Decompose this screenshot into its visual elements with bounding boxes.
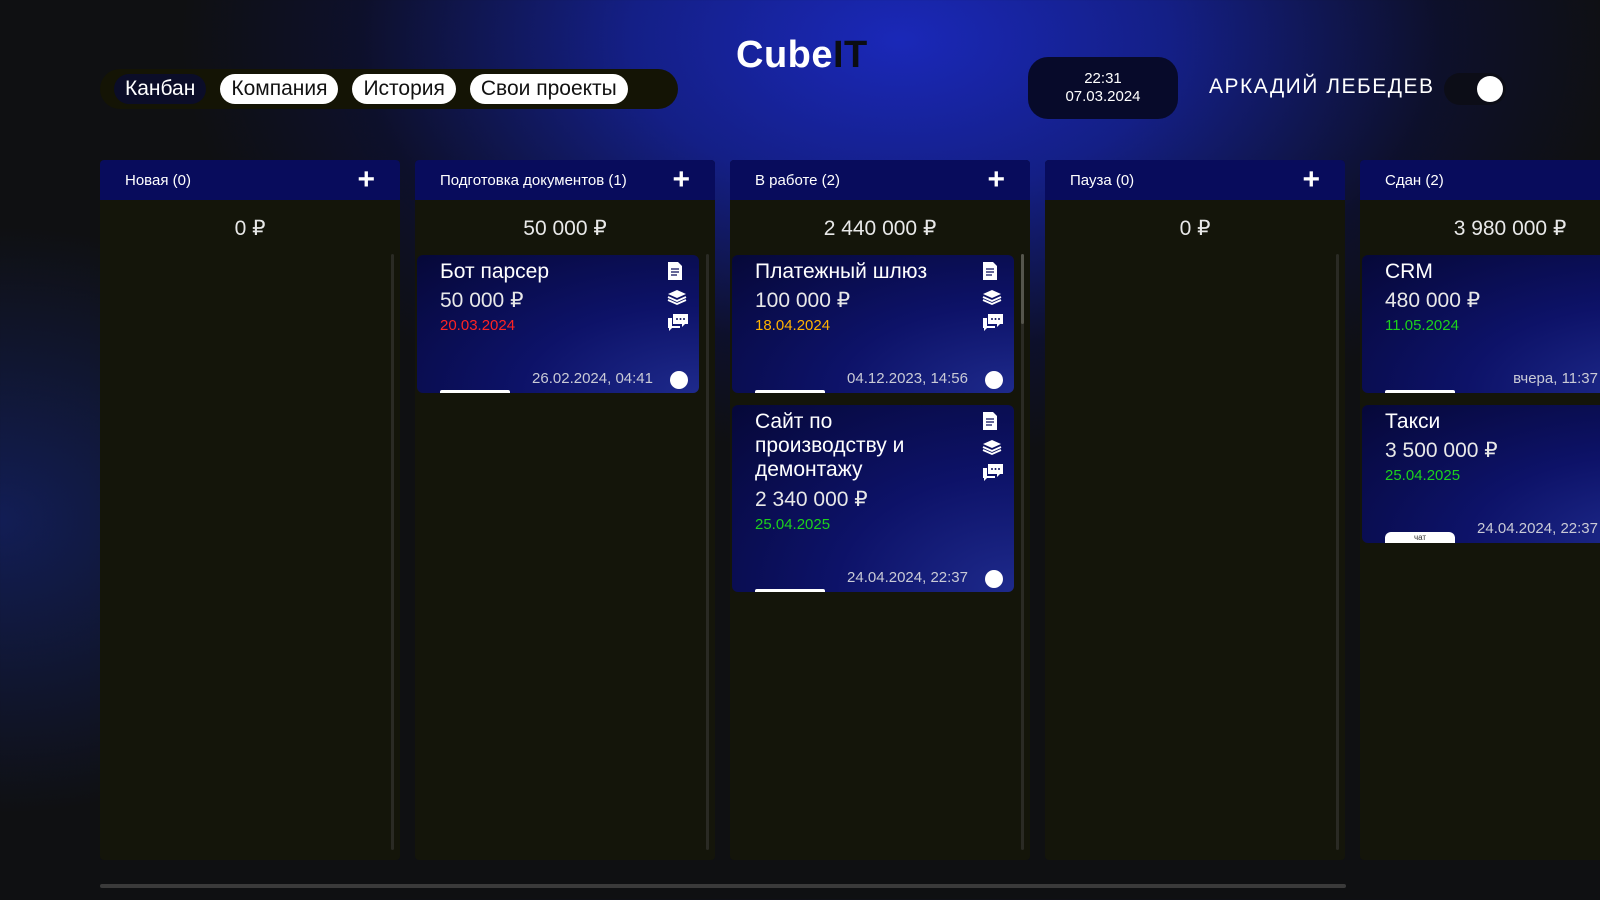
card-price: 100 000 ₽	[755, 289, 851, 312]
card-deadline: 11.05.2024	[1385, 317, 1459, 334]
column-sum: 2 440 000 ₽	[823, 217, 937, 240]
toggle-knob	[1477, 76, 1503, 102]
card-name: Бот парсер	[440, 260, 550, 283]
board-horizontal-scrollbar[interactable]	[100, 884, 1346, 888]
column-pause: Пауза (0) + 0 ₽	[1045, 160, 1345, 860]
main-nav: Канбан Компания История Свои проекты	[100, 69, 678, 109]
card-icons	[982, 411, 1004, 489]
chat-tab[interactable]: чат	[1385, 532, 1455, 543]
card-name: Такси	[1385, 410, 1441, 433]
card-timestamp: 26.02.2024, 04:41	[532, 370, 653, 387]
document-icon[interactable]	[667, 261, 683, 281]
card-timestamp: 24.04.2024, 22:37	[1477, 520, 1598, 537]
project-card[interactable]: CRM 480 000 ₽ 11.05.2024 вчера, 11:37	[1362, 255, 1600, 393]
logo-cube: Cube	[736, 34, 833, 76]
card-price: 480 000 ₽	[1385, 289, 1481, 312]
column-sum: 0 ₽	[234, 217, 266, 240]
nav-history[interactable]: История	[352, 74, 456, 104]
card-name: Сайт по производству и демонтажу	[755, 410, 905, 481]
document-icon[interactable]	[982, 261, 998, 281]
column-title: Сдан (2)	[1385, 171, 1444, 189]
status-dot[interactable]	[985, 371, 1003, 389]
card-tab[interactable]	[755, 390, 825, 393]
card-price: 50 000 ₽	[440, 289, 524, 312]
status-dot[interactable]	[985, 570, 1003, 588]
column-title: Пауза (0)	[1070, 171, 1135, 189]
column-in-progress: В работе (2) + 2 440 000 ₽ Платежный шлю…	[730, 160, 1030, 860]
card-price: 2 340 000 ₽	[755, 488, 868, 511]
column-header: Сдан (2)	[1360, 160, 1600, 200]
document-icon[interactable]	[982, 411, 998, 431]
logo: CubeIT	[736, 34, 868, 77]
column-header: Пауза (0) +	[1045, 160, 1345, 200]
layers-icon[interactable]	[982, 439, 1002, 455]
card-timestamp: 24.04.2024, 22:37	[847, 569, 968, 586]
column-sum: 3 980 000 ₽	[1453, 217, 1567, 240]
add-card-button[interactable]: +	[672, 165, 690, 195]
card-timestamp: вчера, 11:37	[1513, 370, 1598, 387]
column-scrollbar[interactable]	[1336, 254, 1339, 850]
card-timestamp: 04.12.2023, 14:56	[847, 370, 968, 387]
card-icons	[982, 261, 1004, 339]
scrollbar-thumb[interactable]	[1021, 254, 1024, 324]
column-header: Новая (0) +	[100, 160, 400, 200]
column-scrollbar[interactable]	[706, 254, 709, 850]
column-sum: 0 ₽	[1179, 217, 1211, 240]
card-name: CRM	[1385, 260, 1433, 283]
project-card[interactable]: Бот парсер 50 000 ₽ 20.03.2024 26.02.202…	[417, 255, 699, 393]
column-scrollbar[interactable]	[1021, 254, 1024, 850]
card-tab[interactable]	[755, 589, 825, 592]
add-card-button[interactable]: +	[357, 165, 375, 195]
clock-date: 07.03.2024	[1065, 88, 1141, 105]
chat-icon[interactable]	[982, 463, 1004, 481]
status-dot[interactable]	[670, 371, 688, 389]
clock-time: 22:31	[1084, 70, 1122, 87]
project-card[interactable]: Такси 3 500 000 ₽ 25.04.2025 24.04.2024,…	[1362, 405, 1600, 543]
chat-icon[interactable]	[982, 313, 1004, 331]
column-header: В работе (2) +	[730, 160, 1030, 200]
column-title: В работе (2)	[755, 171, 841, 189]
nav-kanban[interactable]: Канбан	[114, 74, 207, 104]
card-name: Платежный шлюз	[755, 260, 928, 283]
column-docs: Подготовка документов (1) + 50 000 ₽ Бот…	[415, 160, 715, 860]
column-header: Подготовка документов (1) +	[415, 160, 715, 200]
chat-icon[interactable]	[667, 313, 689, 331]
column-title: Подготовка документов (1)	[440, 171, 627, 189]
card-tab[interactable]	[440, 390, 510, 393]
theme-toggle[interactable]	[1444, 73, 1506, 105]
card-icons	[667, 261, 689, 339]
nav-company[interactable]: Компания	[220, 74, 339, 104]
layers-icon[interactable]	[667, 289, 687, 305]
nav-own-projects[interactable]: Свои проекты	[469, 74, 628, 104]
card-deadline: 18.04.2024	[755, 317, 831, 334]
project-card[interactable]: Сайт по производству и демонтажу 2 340 0…	[732, 405, 1014, 592]
card-deadline: 20.03.2024	[440, 317, 516, 334]
card-deadline: 25.04.2025	[1385, 467, 1461, 484]
column-sum: 50 000 ₽	[523, 217, 607, 240]
layers-icon[interactable]	[982, 289, 1002, 305]
column-delivered: Сдан (2) 3 980 000 ₽ CRM 480 000 ₽ 11.05…	[1360, 160, 1600, 860]
column-new: Новая (0) + 0 ₽	[100, 160, 400, 860]
logo-it: IT	[833, 34, 868, 76]
project-card[interactable]: Платежный шлюз 100 000 ₽ 18.04.2024 04.1…	[732, 255, 1014, 393]
card-deadline: 25.04.2025	[755, 516, 831, 533]
card-tab[interactable]	[1385, 390, 1455, 393]
column-scrollbar[interactable]	[391, 254, 394, 850]
clock: 22:31 07.03.2024	[1028, 57, 1178, 119]
add-card-button[interactable]: +	[987, 165, 1005, 195]
user-name[interactable]: АРКАДИЙ ЛЕБЕДЕВ	[1209, 75, 1435, 99]
add-card-button[interactable]: +	[1302, 165, 1320, 195]
column-title: Новая (0)	[125, 171, 191, 189]
card-price: 3 500 000 ₽	[1385, 439, 1498, 462]
